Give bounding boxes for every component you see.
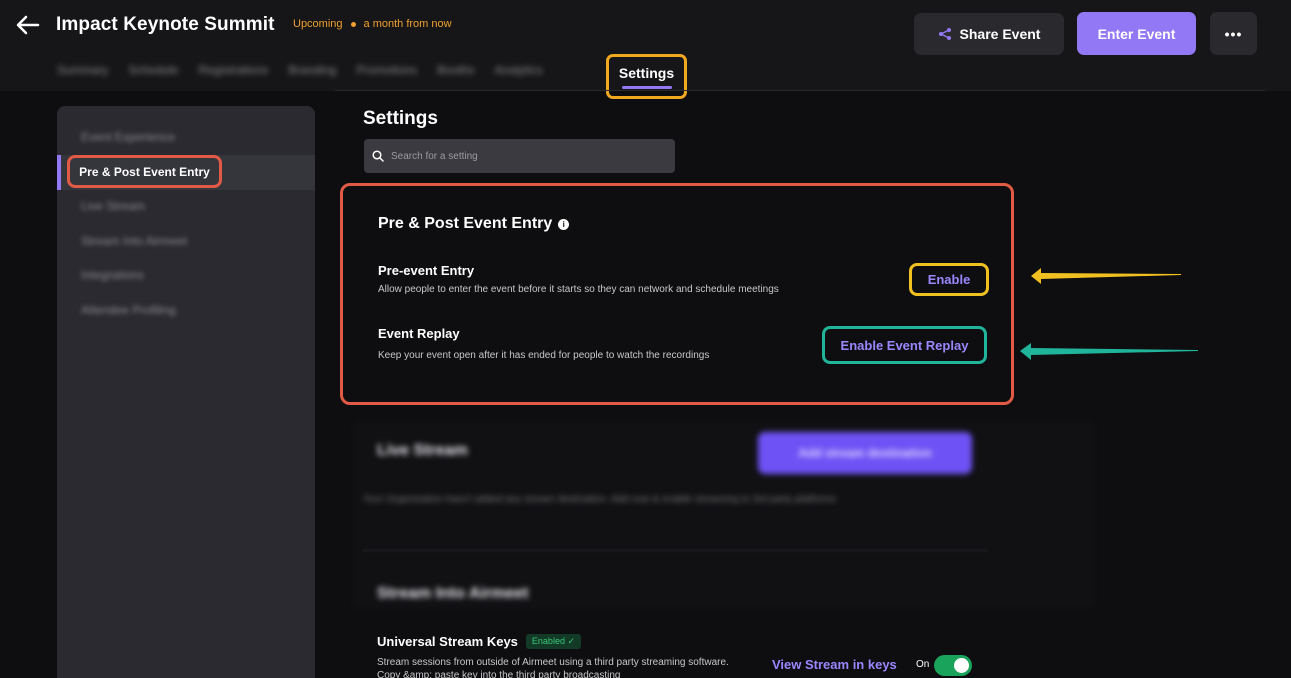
view-stream-keys-link[interactable]: View Stream in keys [772, 657, 897, 672]
enable-pre-event-button[interactable]: Enable [909, 263, 989, 296]
header-divider [335, 90, 1265, 91]
enter-event-button[interactable]: Enter Event [1077, 12, 1196, 55]
page-title: Settings [363, 108, 438, 129]
card-title-text: Pre & Post Event Entry [378, 215, 553, 232]
status-time: a month from now [363, 18, 452, 30]
sidebar-item-integrations[interactable]: Integrations [81, 268, 144, 282]
universal-stream-keys-label: Universal Stream Keys [377, 634, 518, 649]
sidebar-item-event-experience[interactable]: Event Experience [81, 130, 175, 144]
toggle-knob [954, 658, 969, 673]
universal-stream-keys-toggle[interactable] [934, 655, 972, 676]
event-title: Impact Keynote Summit [56, 14, 275, 35]
live-stream-title: Live Stream [377, 442, 468, 459]
pre-event-entry-title: Pre-event Entry [378, 263, 475, 278]
share-event-button[interactable]: Share Event [914, 13, 1064, 55]
tab-booths[interactable]: Booths [437, 63, 474, 85]
info-icon[interactable]: i [558, 218, 570, 230]
annotation-arrows [1020, 268, 1198, 360]
tab-analytics[interactable]: Analytics [495, 63, 543, 85]
sidebar-item-pre-post-event-entry[interactable]: Pre & Post Event Entry [67, 155, 222, 188]
active-tab-indicator [622, 86, 672, 89]
pre-post-event-entry-card: Pre & Post Event Entry i Pre-event Entry… [340, 183, 1014, 405]
toggle-label: On [916, 659, 930, 670]
tab-schedule[interactable]: Schedule [128, 63, 178, 85]
live-stream-description: Your Organization hasn't added any strea… [363, 494, 836, 505]
status-dot [350, 21, 356, 27]
status-label: Upcoming [293, 18, 343, 30]
sidebar-active-indicator [57, 155, 61, 190]
settings-sidebar: Event Experience Pre & Post Event Entry … [57, 106, 315, 678]
event-tabs: Summary Schedule Registrations Branding … [57, 63, 543, 85]
yellow-arrow [1031, 268, 1181, 284]
search-icon [372, 150, 384, 162]
event-replay-title: Event Replay [378, 326, 460, 341]
tab-settings-label: Settings [618, 65, 675, 81]
tab-summary[interactable]: Summary [57, 63, 108, 85]
event-status: Upcoming a month from now [293, 18, 452, 30]
back-arrow-icon[interactable] [14, 12, 42, 38]
enable-event-replay-button[interactable]: Enable Event Replay [822, 326, 987, 364]
stream-into-airmeet-title: Stream Into Airmeet [377, 585, 529, 602]
sidebar-item-live-stream[interactable]: Live Stream [81, 199, 145, 213]
add-stream-destination-button[interactable]: Add stream destination [758, 432, 972, 474]
sidebar-item-attendee-profiling[interactable]: Attendee Profiling [81, 303, 176, 317]
universal-stream-keys-title: Universal Stream Keys Enabled ✓ [377, 634, 581, 649]
event-replay-description: Keep your event open after it has ended … [378, 350, 710, 361]
more-options-button[interactable]: ••• [1210, 12, 1257, 55]
enabled-badge: Enabled ✓ [525, 634, 581, 649]
sidebar-item-stream-into-airmeet[interactable]: Stream Into Airmeet [81, 234, 187, 248]
pre-event-entry-description: Allow people to enter the event before i… [378, 284, 779, 295]
share-icon [938, 28, 951, 40]
tab-promotions[interactable]: Promotions [356, 63, 417, 85]
tab-settings[interactable]: Settings [606, 54, 687, 99]
search-input[interactable] [391, 150, 661, 162]
section-divider [363, 550, 988, 551]
teal-arrow [1020, 343, 1198, 360]
tab-registrations[interactable]: Registrations [198, 63, 268, 85]
tab-branding[interactable]: Branding [288, 63, 336, 85]
card-title: Pre & Post Event Entry i [378, 215, 570, 233]
share-event-label: Share Event [959, 26, 1041, 42]
settings-search[interactable] [364, 139, 675, 173]
universal-stream-keys-description: Stream sessions from outside of Airmeet … [377, 657, 729, 678]
